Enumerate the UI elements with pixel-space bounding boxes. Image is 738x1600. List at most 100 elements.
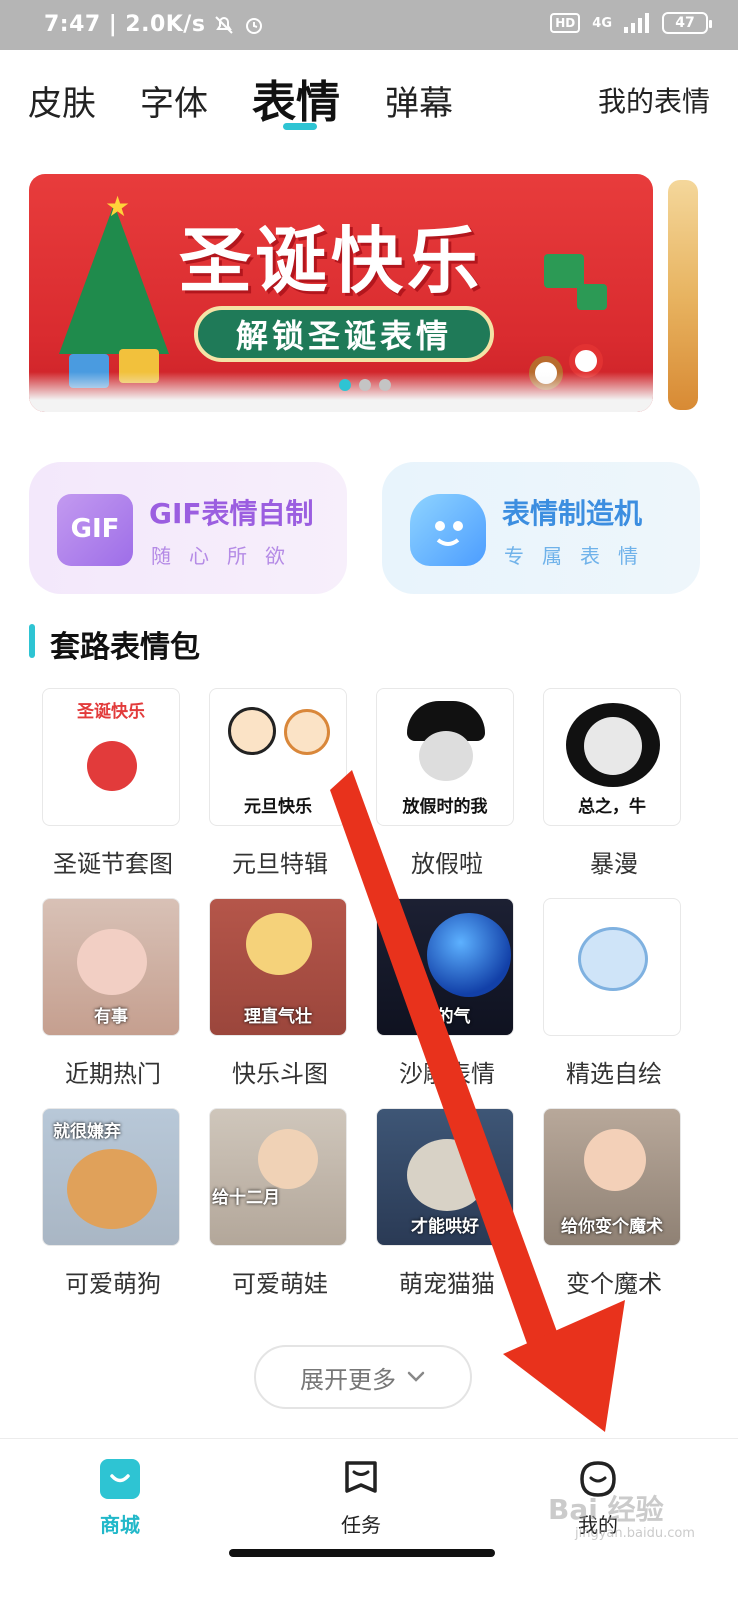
smile-face-icon: [435, 521, 463, 546]
pack-caption: 放假时的我: [402, 797, 488, 817]
nav-label: 任务: [341, 1513, 381, 1537]
pack-tile[interactable]: 精选自绘: [529, 898, 699, 1089]
pack-tile[interactable]: 我的气 沙雕表情: [362, 898, 532, 1089]
cartoon-face-icon: [284, 709, 330, 755]
mute-bell-icon: [215, 15, 234, 34]
pack-tile[interactable]: 理直气壮 快乐斗图: [195, 898, 365, 1089]
home-indicator[interactable]: [229, 1549, 495, 1557]
section-accent-bar: [29, 624, 35, 658]
pack-label: 可爱萌狗: [65, 1270, 161, 1298]
baby-photo-icon: [258, 1129, 318, 1189]
baidu-watermark: Bai 经验: [548, 1493, 664, 1526]
gif-maker-card[interactable]: GIF GIF表情自制 随心所欲: [29, 462, 347, 594]
pack-thumbnail: 圣诞快乐: [42, 688, 180, 826]
gift-icon: [577, 284, 607, 310]
pack-label: 萌宠猫猫: [399, 1270, 495, 1298]
snow-decoration: [29, 372, 653, 412]
blue-ball-icon: [427, 913, 511, 997]
pack-caption: 理直气壮: [244, 1007, 312, 1027]
pack-label: 沙雕表情: [399, 1060, 495, 1088]
gif-card-title: GIF表情自制: [149, 497, 314, 530]
pack-label: 暴漫: [590, 850, 638, 878]
tab-danmaku[interactable]: 弹幕: [385, 76, 453, 125]
pack-label: 圣诞节套图: [53, 850, 173, 878]
pack-tile[interactable]: 就很嫌弃 可爱萌狗: [28, 1108, 198, 1299]
pack-tile[interactable]: 有事 近期热门: [28, 898, 198, 1089]
section-title: 套路表情包: [50, 630, 200, 665]
pack-caption: 就很嫌弃: [53, 1122, 121, 1142]
dog-face-icon: [67, 1149, 157, 1229]
pack-label: 精选自绘: [566, 1060, 662, 1088]
pack-tile[interactable]: 元旦快乐 元旦特辑: [195, 688, 365, 879]
sticker-maker-card[interactable]: 表情制造机 专属表情: [382, 462, 700, 594]
maker-card-subtitle: 专属表情: [504, 544, 656, 568]
status-time: 7:47: [44, 12, 101, 37]
nav-tasks[interactable]: 任务: [301, 1459, 421, 1538]
pet-photo-icon: [77, 929, 147, 995]
pack-caption: 给十二月: [212, 1188, 280, 1208]
pack-thumbnail: 有事: [42, 898, 180, 1036]
banner-subtitle: 解锁圣诞表情: [235, 317, 452, 355]
pack-caption: 圣诞快乐: [77, 702, 145, 722]
pack-label: 可爱萌娃: [232, 1270, 328, 1298]
carousel-dot: [359, 379, 371, 391]
banner-subtitle-pill: 解锁圣诞表情: [194, 306, 494, 362]
cat-face-icon: [407, 1139, 487, 1211]
alarm-icon: [246, 17, 263, 34]
tab-skins[interactable]: 皮肤: [28, 76, 96, 125]
pack-tile[interactable]: 给十二月 可爱萌娃: [195, 1108, 365, 1299]
status-bar: 7:47 | 2.0K/s HD 4G 47: [0, 0, 738, 50]
pack-tile[interactable]: 圣诞快乐 圣诞节套图: [28, 688, 198, 879]
ghost-face-icon: [410, 494, 486, 566]
nav-store[interactable]: 商城: [60, 1459, 180, 1538]
pack-caption: 给你变个魔术: [561, 1217, 663, 1237]
meme-face-icon: [419, 731, 473, 781]
gif-icon-text: GIF: [70, 514, 120, 544]
smile-icon: [110, 1474, 130, 1483]
next-banner-peek[interactable]: [668, 180, 698, 410]
network-type: 4G: [592, 15, 612, 31]
gif-card-subtitle: 随心所欲: [151, 544, 303, 568]
pack-thumbnail: 就很嫌弃: [42, 1108, 180, 1246]
pack-caption: 总之，牛: [578, 797, 646, 817]
baidu-watermark-url: jingyan.baidu.com: [575, 1526, 695, 1541]
star-icon: ★: [105, 190, 131, 223]
pack-thumbnail: 我的气: [376, 898, 514, 1036]
pack-thumbnail: 给你变个魔术: [543, 1108, 681, 1246]
gif-icon: GIF: [57, 494, 133, 566]
signal-icon: [624, 13, 649, 33]
pack-tile[interactable]: 给你变个魔术 变个魔术: [529, 1108, 699, 1299]
pack-caption: 有事: [94, 1007, 128, 1027]
my-stickers-link[interactable]: 我的表情: [598, 80, 710, 120]
bookmark-icon: [341, 1459, 381, 1499]
pack-tile[interactable]: 放假时的我 放假啦: [362, 688, 532, 879]
meme-face-icon: [584, 717, 642, 775]
tab-stickers[interactable]: 表情: [252, 66, 340, 130]
shopping-bag-icon: [100, 1459, 140, 1499]
pack-thumbnail: 才能哄好: [376, 1108, 514, 1246]
active-tab-indicator: [283, 123, 317, 130]
pack-thumbnail: 给十二月: [209, 1108, 347, 1246]
banner-title: 圣诞快乐: [179, 218, 484, 303]
battery-level: 47: [675, 15, 695, 31]
status-divider: |: [108, 12, 118, 37]
fox-character-icon: [578, 927, 648, 991]
status-speed: 2.0K/s: [125, 12, 206, 37]
expand-more-button[interactable]: 展开更多: [254, 1345, 472, 1409]
pack-tile[interactable]: 总之，牛 暴漫: [529, 688, 699, 879]
pack-caption: 元旦快乐: [244, 797, 312, 817]
carousel-dot-active: [339, 379, 351, 391]
tab-fonts[interactable]: 字体: [140, 76, 208, 125]
pack-tile[interactable]: 才能哄好 萌宠猫猫: [362, 1108, 532, 1299]
pack-label: 变个魔术: [566, 1270, 662, 1298]
chevron-down-icon: [407, 1371, 425, 1382]
christmas-tree-icon: [59, 204, 169, 354]
pack-thumbnail: 元旦快乐: [209, 688, 347, 826]
cartoon-girl-icon: [246, 913, 312, 975]
pack-label: 近期热门: [65, 1060, 161, 1088]
nav-label: 商城: [100, 1513, 140, 1537]
carousel-dot: [379, 379, 391, 391]
gift-icon: [544, 254, 584, 288]
promo-banner[interactable]: ★ 圣诞快乐 解锁圣诞表情: [29, 174, 653, 412]
pack-caption: 才能哄好: [411, 1217, 479, 1237]
